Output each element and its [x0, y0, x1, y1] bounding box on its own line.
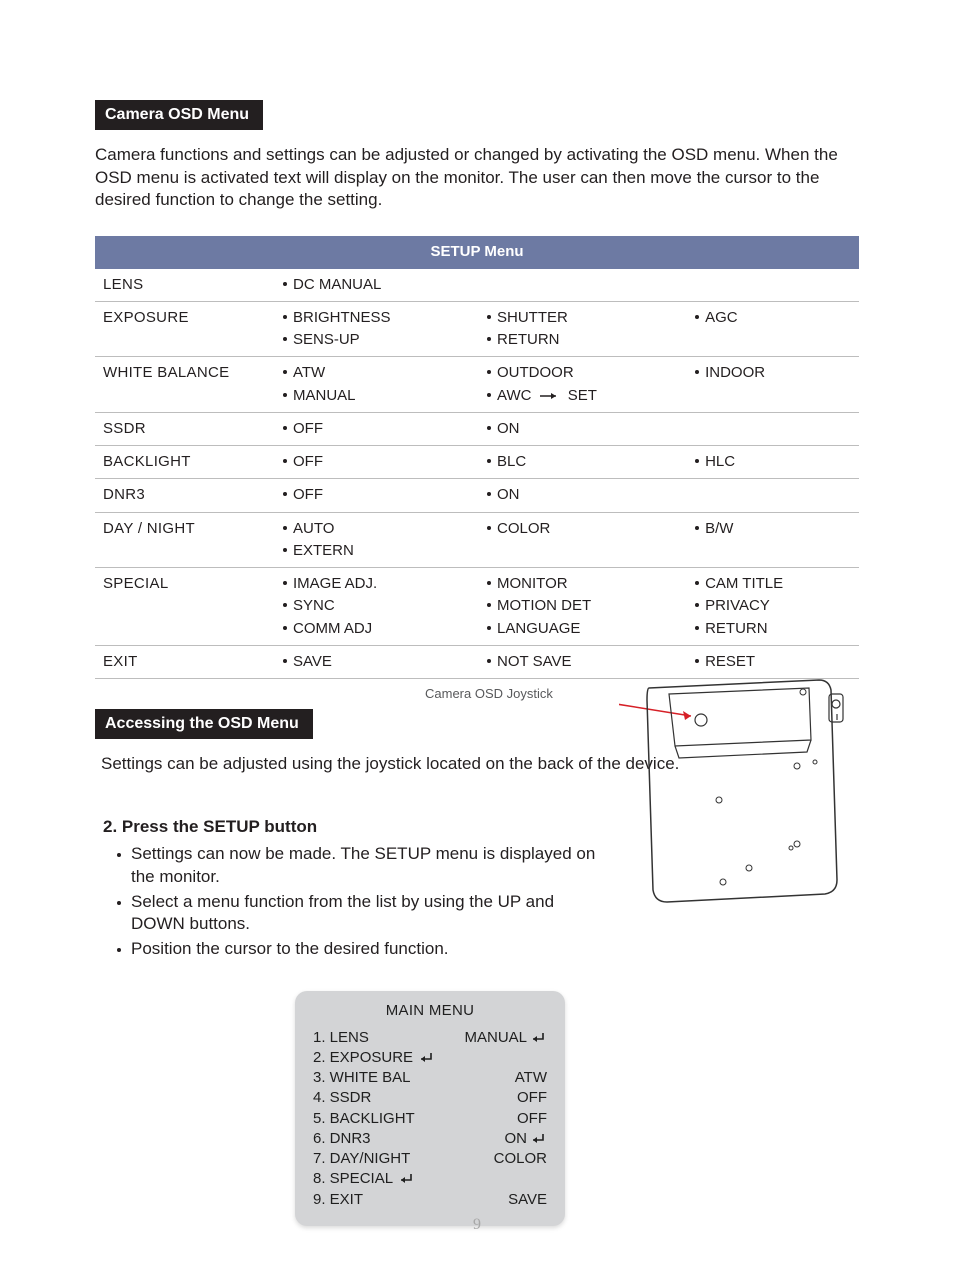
setup-row-label: LENS — [95, 269, 275, 302]
setup-option: SHUTTER — [487, 308, 679, 328]
intro-paragraph: Camera functions and settings can be adj… — [95, 144, 859, 213]
step-bullet: Settings can now be made. The SETUP menu… — [117, 843, 597, 889]
setup-option: AGC — [695, 308, 851, 328]
setup-option: CAM TITLE — [695, 574, 851, 594]
setup-menu-table: SETUP Menu LENS DC MANUAL EXPOSURE BRIGHTNE… — [95, 236, 859, 679]
setup-option: ON — [487, 419, 679, 439]
osd-menu-item: 5. BACKLIGHTOFF — [313, 1109, 547, 1129]
osd-menu-item: 2. EXPOSURE — [313, 1048, 547, 1068]
setup-option: EXTERN — [283, 541, 471, 561]
setup-row-label: SPECIAL — [95, 568, 275, 646]
page-number: 9 — [0, 1214, 954, 1236]
setup-option: SYNC — [283, 596, 471, 616]
setup-row-label: BACKLIGHT — [95, 446, 275, 479]
setup-option: OFF — [283, 452, 471, 472]
step-2-bullets: Settings can now be made. The SETUP menu… — [117, 843, 597, 962]
setup-option: BRIGHTNESS — [283, 308, 471, 328]
setup-option: B/W — [695, 519, 851, 539]
osd-main-menu-panel: MAIN MENU 1. LENSMANUAL2. EXPOSURE 3. WH… — [295, 991, 565, 1226]
osd-menu-item: 3. WHITE BALATW — [313, 1068, 547, 1088]
device-rear-illustration — [619, 670, 859, 910]
section-heading-accessing: Accessing the OSD Menu — [95, 709, 313, 739]
setup-option: OFF — [283, 485, 471, 505]
enter-icon — [529, 1132, 547, 1146]
setup-row-label: DNR3 — [95, 479, 275, 512]
setup-option: SENS-UP — [283, 330, 471, 350]
setup-option: ON — [487, 485, 679, 505]
setup-option: COLOR — [487, 519, 679, 539]
osd-title: MAIN MENU — [313, 1001, 547, 1021]
enter-icon — [397, 1172, 415, 1186]
setup-option: OFF — [283, 419, 471, 439]
setup-option: MONITOR — [487, 574, 679, 594]
setup-option: OUTDOOR — [487, 363, 679, 383]
setup-option: RETURN — [487, 330, 679, 350]
setup-row-label: EXPOSURE — [95, 301, 275, 357]
osd-menu-item: 8. SPECIAL — [313, 1169, 547, 1189]
setup-option: LANGUAGE — [487, 619, 679, 639]
setup-option: COMM ADJ — [283, 619, 471, 639]
osd-menu-item: 1. LENSMANUAL — [313, 1028, 547, 1048]
setup-option: DC MANUAL — [283, 275, 471, 295]
enter-icon — [417, 1051, 435, 1065]
setup-option: PRIVACY — [695, 596, 851, 616]
step-bullet: Select a menu function from the list by … — [117, 891, 597, 937]
setup-option: HLC — [695, 452, 851, 472]
osd-menu-item: 9. EXITSAVE — [313, 1190, 547, 1210]
setup-menu-title: SETUP Menu — [95, 236, 859, 268]
enter-icon — [529, 1031, 547, 1045]
osd-menu-item: 7. DAY/NIGHTCOLOR — [313, 1149, 547, 1169]
setup-row-label: DAY / NIGHT — [95, 512, 275, 568]
setup-option: ATW — [283, 363, 471, 383]
setup-row-label: SSDR — [95, 412, 275, 445]
setup-option: INDOOR — [695, 363, 851, 383]
setup-option: SAVE — [283, 652, 471, 672]
setup-option: MANUAL — [283, 386, 471, 406]
step-bullet: Position the cursor to the desired funct… — [117, 938, 597, 961]
setup-option: MOTION DET — [487, 596, 679, 616]
setup-row-label: EXIT — [95, 645, 275, 678]
setup-row-label: WHITE BALANCE — [95, 357, 275, 413]
osd-menu-item: 4. SSDROFF — [313, 1088, 547, 1108]
setup-option: BLC — [487, 452, 679, 472]
section-heading-camera-osd: Camera OSD Menu — [95, 100, 263, 130]
setup-option: AWC SET — [487, 386, 679, 406]
setup-option: RETURN — [695, 619, 851, 639]
setup-option: IMAGE ADJ. — [283, 574, 471, 594]
osd-menu-item: 6. DNR3ON — [313, 1129, 547, 1149]
joystick-caption: Camera OSD Joystick — [425, 685, 553, 703]
setup-option: AUTO — [283, 519, 471, 539]
